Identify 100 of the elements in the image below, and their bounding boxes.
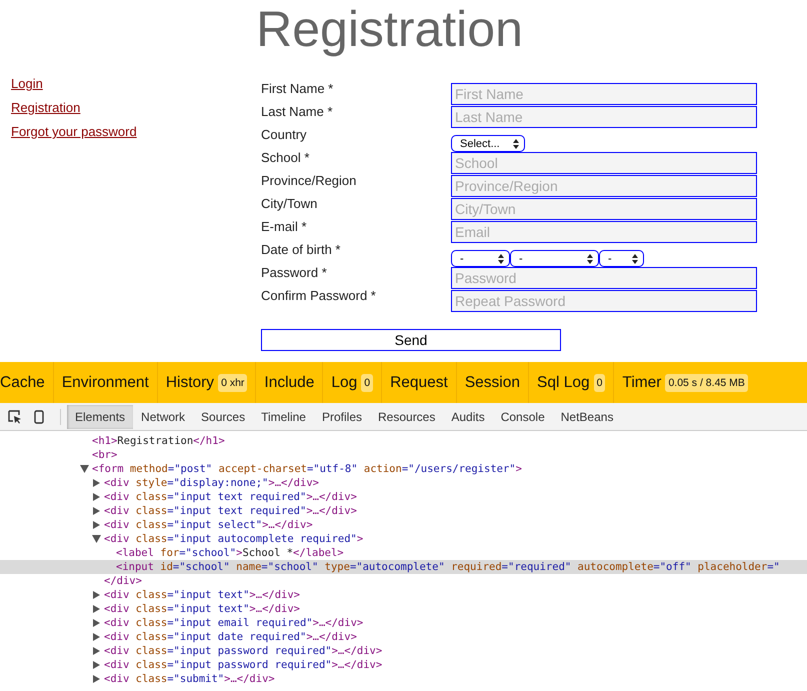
dom-node-text: <div class="input autocomplete required">: [104, 533, 364, 545]
devtools-tab[interactable]: Elements: [67, 404, 134, 428]
dom-node-line[interactable]: <div class="input text required">…</div>: [0, 490, 807, 504]
debug-tab-label: History: [166, 374, 214, 392]
field-label: Confirm Password *: [261, 289, 377, 303]
dom-node-text: <input id="school" name="school" type="autocomplete" required="required" autocomplete="off" placeholder=": [116, 561, 780, 573]
dom-node-text: <div class="input email required">…</div>: [104, 617, 364, 629]
dom-node-text: <div class="input text">…</div>: [104, 603, 300, 615]
collapsed-triangle-icon[interactable]: [92, 633, 101, 641]
dom-node-text: <div class="input select">…</div>: [104, 519, 313, 531]
select-dropdown[interactable]: -: [510, 250, 599, 267]
count-badge: 0.05 s / 8.45 MB: [665, 374, 748, 392]
input-field[interactable]: First Name: [451, 83, 757, 105]
nav-link[interactable]: Registration: [11, 100, 80, 115]
input-field[interactable]: Last Name: [451, 106, 757, 128]
dom-node-line[interactable]: <div class="input password required">…</div>: [0, 644, 807, 658]
input-field[interactable]: Repeat Password: [451, 290, 757, 312]
devtools-tab[interactable]: Resources: [370, 404, 444, 428]
dom-node-line[interactable]: <div class="input text">…</div>: [0, 588, 807, 602]
stepper-icon: [587, 254, 593, 264]
field-label: Province/Region: [261, 174, 358, 188]
input-field[interactable]: Province/Region: [451, 175, 757, 197]
collapsed-triangle-icon[interactable]: [92, 661, 101, 669]
dom-node-text: <div class="input text required">…</div>: [104, 491, 357, 503]
dom-node-line[interactable]: <div class="input email required">…</div>: [0, 616, 807, 630]
collapsed-triangle-icon[interactable]: [92, 605, 101, 613]
collapsed-triangle-icon[interactable]: [92, 591, 101, 599]
field-label: E-mail *: [261, 220, 308, 234]
dom-node-text: <div class="input password required">…</div>: [104, 645, 382, 657]
field-label: Last Name *: [261, 105, 334, 119]
collapsed-triangle-icon[interactable]: [92, 675, 101, 683]
dom-node-text: <h1>Registration</h1>: [92, 435, 225, 447]
stepper-icon: [632, 254, 638, 264]
page-title: Registration: [255, 0, 524, 58]
closing-tag: </div>: [104, 575, 142, 587]
collapsed-triangle-icon[interactable]: [92, 493, 101, 501]
debug-tab-label: Session: [464, 374, 520, 392]
dom-node-text: <div class="input password required">…</div>: [104, 659, 382, 671]
dom-node-text: <div style="display:none;">…</div>: [104, 477, 319, 489]
expanded-triangle-icon[interactable]: [80, 465, 89, 473]
collapsed-triangle-icon[interactable]: [92, 479, 101, 487]
dom-node-line[interactable]: <div class="input date required">…</div>: [0, 630, 807, 644]
dom-node-text: <label for="school">School *</label>: [116, 547, 344, 559]
debug-tab-label: Sql Log: [537, 374, 590, 392]
field-label: Password *: [261, 266, 328, 280]
debug-tab[interactable]: Timer 0.05 s / 8.45 MB: [614, 362, 748, 403]
count-badge: 0: [361, 374, 374, 392]
dom-node-line[interactable]: <div class="input text required">…</div>: [0, 504, 807, 518]
expanded-triangle-icon[interactable]: [92, 535, 101, 543]
devtools-tab[interactable]: Network: [133, 404, 194, 428]
devtools-tab[interactable]: Audits: [443, 404, 493, 428]
stepper-icon: [498, 254, 504, 264]
field-label: First Name *: [261, 82, 334, 96]
dom-node-text: <br>: [92, 449, 118, 461]
input-field[interactable]: Password: [451, 267, 757, 289]
select-dropdown[interactable]: -: [599, 250, 644, 267]
dom-node-line[interactable]: <form method="post" accept-charset="utf-8" action="/users/register">: [0, 462, 807, 476]
select-dropdown[interactable]: Select...: [451, 135, 525, 152]
debug-tab-label: Timer: [622, 374, 662, 392]
debug-tab-label: Log: [331, 374, 358, 392]
dom-node-line[interactable]: <div class="input password required">…</div>: [0, 658, 807, 672]
dom-node-line[interactable]: <br>: [0, 448, 807, 462]
dom-node-text: <div class="submit">…</div>: [104, 673, 275, 685]
dom-node-text: <form method="post" accept-charset="utf-8" action="/users/register">: [92, 463, 522, 475]
dom-node-line[interactable]: <h1>Registration</h1>: [0, 434, 807, 448]
dom-node-text: <div class="input date required">…</div>: [104, 631, 357, 643]
dom-node-line[interactable]: <div class="input text">…</div>: [0, 602, 807, 616]
devtools-tab[interactable]: Console: [492, 404, 553, 428]
nav-link[interactable]: Login: [11, 76, 43, 91]
dom-node-line[interactable]: </div>: [0, 574, 807, 588]
devtools-tab[interactable]: Timeline: [253, 404, 314, 428]
count-badge: 0: [594, 374, 606, 392]
debug-tab-label: Include: [264, 374, 314, 392]
dom-node-line[interactable]: <div class="submit">…</div>: [0, 672, 807, 686]
send-button[interactable]: Send: [261, 329, 561, 351]
devtools-tab[interactable]: Profiles: [314, 404, 370, 428]
collapsed-triangle-icon[interactable]: [92, 521, 101, 529]
device-icon[interactable]: [34, 410, 44, 424]
devtools-tab[interactable]: Sources: [193, 404, 254, 428]
field-label: Country: [261, 128, 308, 142]
collapsed-triangle-icon[interactable]: [92, 619, 101, 627]
nav-link[interactable]: Forgot your password: [11, 124, 137, 139]
select-dropdown[interactable]: -: [451, 250, 510, 267]
devtools-tab[interactable]: NetBeans: [552, 404, 622, 428]
input-field[interactable]: Email: [451, 221, 757, 243]
inspect-icon[interactable]: [8, 410, 22, 424]
debug-tab-label: Cache: [0, 374, 45, 392]
dom-node-line[interactable]: <label for="school">School *</label>: [0, 546, 807, 560]
field-label: Date of birth *: [261, 243, 342, 257]
collapsed-triangle-icon[interactable]: [92, 507, 101, 515]
input-field[interactable]: School: [451, 152, 757, 174]
count-badge: 0 xhr: [218, 374, 248, 392]
input-field[interactable]: City/Town: [451, 198, 757, 220]
field-label: School *: [261, 151, 310, 165]
dom-node-text: <div class="input text">…</div>: [104, 589, 300, 601]
dom-node-line[interactable]: <div style="display:none;">…</div>: [0, 476, 807, 490]
collapsed-triangle-icon[interactable]: [92, 647, 101, 655]
debug-tab-label: Request: [390, 374, 448, 392]
dom-node-line[interactable]: <div class="input select">…</div>: [0, 518, 807, 532]
dom-node-line[interactable]: <div class="input autocomplete required">: [0, 532, 807, 546]
